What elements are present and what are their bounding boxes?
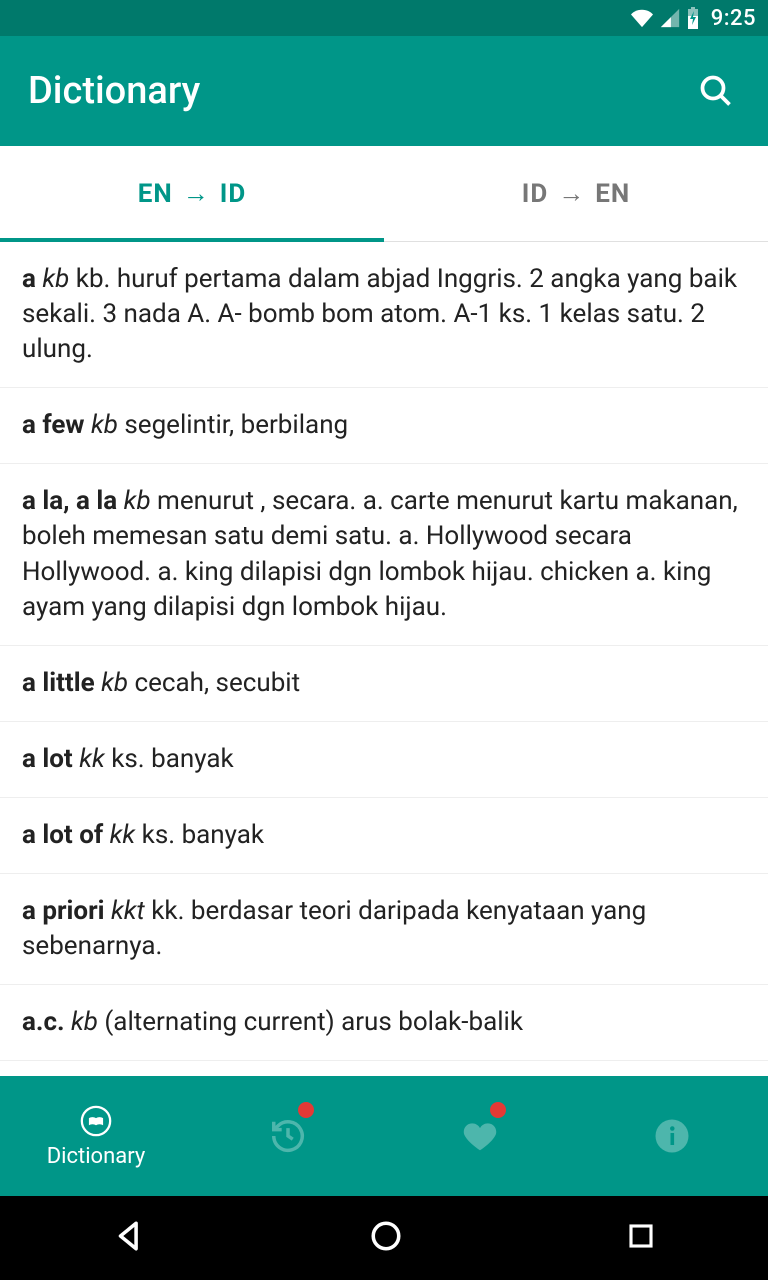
list-item[interactable]: a la, a la kb menurut , secara. a. carte… [0,464,768,645]
entry-term: a lot of [22,820,103,850]
tab-id-en-from: ID [522,179,549,209]
nav-favorites[interactable] [384,1076,576,1196]
entry-pos: kb [101,668,128,698]
back-button[interactable] [112,1219,146,1257]
entry-term: a few [22,410,85,440]
book-icon [79,1104,113,1138]
tab-id-en[interactable]: ID → EN [384,146,768,241]
history-icon [269,1117,307,1155]
heart-icon [461,1117,499,1155]
entry-term: a [22,264,36,294]
entry-def: ks. banyak [105,744,234,774]
home-button[interactable] [369,1219,403,1257]
android-nav-bar [0,1196,768,1280]
app-bar: Dictionary [0,36,768,146]
nav-dictionary-label: Dictionary [47,1144,146,1169]
entry-pos: kb [42,264,69,294]
list-item[interactable]: a priori kkt kk. berdasar teori daripada… [0,874,768,985]
notification-badge [490,1102,506,1118]
nav-dictionary[interactable]: Dictionary [0,1076,192,1196]
list-item[interactable]: a lot kk ks. banyak [0,722,768,798]
entry-def: cecah, secubit [128,668,300,698]
list-item[interactable]: a lot of kk ks. banyak [0,798,768,874]
entry-list[interactable]: a kb kb. huruf pertama dalam abjad Inggr… [0,242,768,1076]
tab-id-en-to: EN [595,179,630,209]
status-bar: 9:25 [0,0,768,36]
entry-pos: kk [110,820,136,850]
entry-pos: kk [79,744,105,774]
arrow-icon: → [183,178,210,209]
list-item[interactable]: a.d. kkt [Anno Domini] T.M. [Tarich Mase… [0,1061,768,1076]
notification-badge [298,1102,314,1118]
list-item[interactable]: a.c. kb (alternating current) arus bolak… [0,985,768,1061]
tab-en-id-to: ID [220,179,247,209]
list-item[interactable]: a kb kb. huruf pertama dalam abjad Inggr… [0,242,768,388]
entry-term: a lot [22,744,73,774]
arrow-icon: → [558,178,585,209]
entry-pos: kb [71,1007,98,1037]
tab-en-id-from: EN [138,179,173,209]
entry-term: a priori [22,896,104,926]
entry-term: a la, a la [22,486,117,516]
direction-tabs: EN → ID ID → EN [0,146,768,242]
signal-icon [659,7,681,29]
nav-info[interactable] [576,1076,768,1196]
bottom-nav: Dictionary [0,1076,768,1196]
entry-pos: kb [91,410,118,440]
search-button[interactable] [692,67,740,115]
status-time: 9:25 [711,6,756,31]
entry-def: kb. huruf pertama dalam abjad Inggris. 2… [22,264,737,364]
nav-history[interactable] [192,1076,384,1196]
list-item[interactable]: a little kb cecah, secubit [0,646,768,722]
search-icon [698,73,734,109]
entry-pos: kb [124,486,151,516]
entry-def: segelintir, berbilang [118,410,348,440]
wifi-icon [629,7,655,29]
list-item[interactable]: a few kb segelintir, berbilang [0,388,768,464]
entry-term: a.c. [22,1007,65,1037]
entry-def: (alternating current) arus bolak-balik [98,1007,523,1037]
entry-def: ks. banyak [135,820,264,850]
recent-apps-button[interactable] [626,1221,656,1255]
info-icon [654,1118,690,1154]
entry-term: a little [22,668,95,698]
entry-pos: kkt [111,896,145,926]
tab-en-id[interactable]: EN → ID [0,146,384,241]
battery-charging-icon [685,6,701,30]
app-title: Dictionary [28,69,200,113]
